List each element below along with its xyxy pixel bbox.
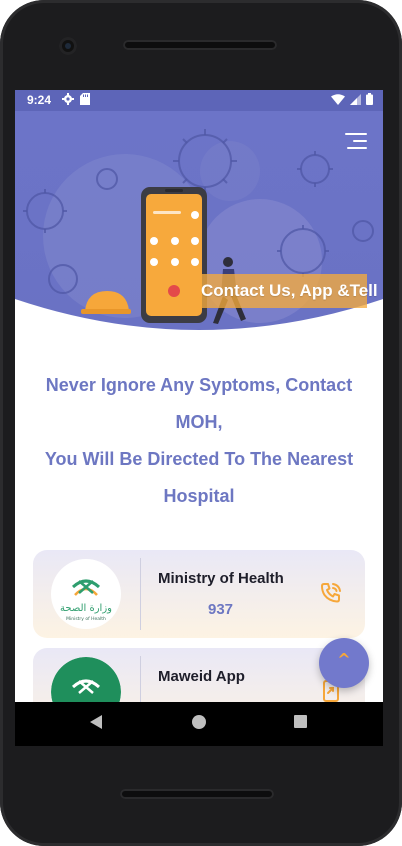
phone-ringing-icon[interactable] [319, 581, 343, 605]
intro-line-2: MOH, [175, 412, 223, 432]
hero-banner: Contact Us, App &Tell [15, 111, 383, 341]
intro-line-4: Hospital [163, 486, 235, 506]
android-nav-bar [15, 702, 383, 746]
maweid-logo [51, 657, 121, 702]
front-camera [59, 37, 77, 55]
sd-card-icon [80, 93, 90, 105]
moh-logo: وزارة الصحة Ministry of Health [51, 559, 121, 629]
status-time: 9:24 [27, 93, 52, 107]
moh-logo-english-caption: Ministry of Health [66, 616, 106, 622]
contact-card-maweid[interactable]: Maweid App [33, 648, 365, 702]
earpiece-speaker [123, 40, 277, 50]
card-divider [140, 656, 141, 702]
status-bar: 9:24 [15, 90, 383, 111]
recent-apps-icon[interactable] [294, 715, 307, 728]
intro-line-1: Never Ignore Any Syptoms, Contact [45, 375, 353, 395]
menu-button[interactable] [345, 133, 367, 149]
app-screen: 9:24 Contact Us, App &Tell Never Ignore … [15, 90, 383, 702]
back-icon[interactable] [90, 715, 102, 729]
battery-icon [366, 93, 373, 105]
home-icon[interactable] [192, 715, 206, 729]
intro-line-3: You Will Be Directed To The Nearest [44, 449, 354, 469]
intro-text: Never Ignore Any Syptoms, Contact MOH, Y… [35, 367, 363, 515]
moh-logo-arabic-caption: وزارة الصحة [60, 603, 112, 614]
contact-name: Ministry of Health [158, 570, 284, 587]
card-divider [140, 558, 141, 630]
contact-number: 937 [208, 601, 234, 618]
contact-card-moh[interactable]: وزارة الصحة Ministry of Health Ministry … [33, 550, 365, 638]
bottom-speaker [120, 789, 274, 799]
scroll-to-top-button[interactable]: ^ [319, 638, 369, 688]
contact-name: Maweid App [158, 668, 245, 685]
hero-title: Contact Us, App &Tell [201, 274, 378, 308]
wifi-icon [331, 93, 345, 105]
settings-gear-icon [62, 93, 74, 105]
signal-icon [350, 93, 361, 105]
chevron-up-icon: ^ [337, 650, 351, 669]
